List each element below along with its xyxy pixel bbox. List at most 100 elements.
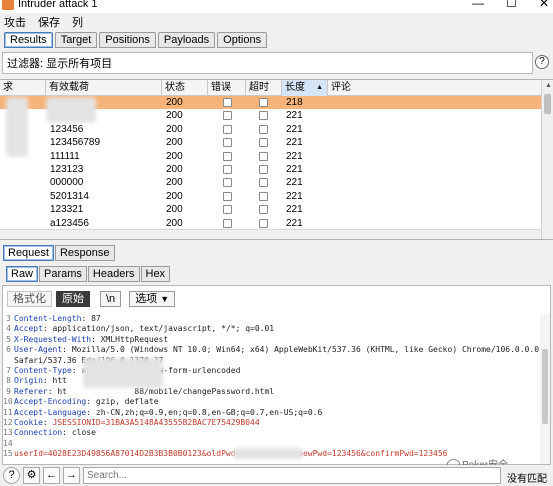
timeout-checkbox[interactable]	[259, 205, 268, 215]
help-icon[interactable]: ?	[3, 467, 20, 484]
timeout-checkbox[interactable]	[259, 151, 268, 161]
error-checkbox[interactable]	[223, 138, 232, 148]
cell-length: 221	[286, 177, 303, 189]
redaction-blur	[233, 448, 303, 459]
col-request[interactable]: 求	[0, 80, 46, 96]
cell-length: 221	[286, 110, 303, 122]
menu-bar: 攻击 保存 列	[0, 13, 553, 30]
line-number	[3, 356, 14, 366]
maximize-icon[interactable]: ☐	[506, 0, 517, 10]
line-number: 6	[6, 345, 11, 355]
menu-columns[interactable]: 列	[72, 14, 83, 30]
cell-length: 221	[286, 217, 303, 229]
col-length[interactable]: 长度 ▲	[282, 80, 328, 96]
error-checkbox[interactable]	[223, 124, 232, 134]
col-timeout[interactable]: 超时	[246, 80, 282, 96]
close-icon[interactable]: ✕	[539, 0, 549, 10]
tab-payloads[interactable]: Payloads	[157, 32, 216, 48]
cell-payload: 123456	[50, 123, 84, 135]
timeout-checkbox[interactable]	[259, 218, 268, 228]
results-vertical-scrollbar[interactable]: ▲	[541, 80, 553, 239]
tab-params[interactable]: Params	[39, 266, 87, 282]
tab-request[interactable]: Request	[3, 245, 54, 261]
timeout-checkbox[interactable]	[259, 124, 268, 134]
tab-headers[interactable]: Headers	[87, 266, 140, 282]
search-input[interactable]	[83, 467, 501, 484]
tab-target[interactable]: Target	[54, 32, 98, 48]
minimize-icon[interactable]: —	[472, 0, 484, 10]
table-row[interactable]: 123456 200 221	[0, 123, 541, 136]
scroll-up-icon[interactable]: ▲	[545, 82, 552, 89]
header-value: ht 88/mobile/changePassword.html	[52, 386, 275, 396]
timeout-checkbox[interactable]	[259, 138, 268, 148]
error-checkbox[interactable]	[223, 205, 232, 215]
request-editor[interactable]: 格式化 原始 \n 选项 ▼ 3 Content-Length: 87 4 Accep…	[2, 285, 551, 465]
tab-positions[interactable]: Positions	[99, 32, 156, 48]
table-row[interactable]: 000000 200 221	[0, 176, 541, 189]
newline-toggle-button[interactable]: \n	[100, 291, 122, 307]
tab-raw[interactable]: Raw	[6, 266, 39, 282]
table-row[interactable]: 123123 200 221	[0, 163, 541, 176]
tab-response[interactable]: Response	[54, 245, 115, 261]
window-controls: — ☐ ✕	[472, 0, 549, 10]
timeout-checkbox[interactable]	[259, 191, 268, 201]
raw-button[interactable]: 原始	[56, 291, 90, 307]
error-checkbox[interactable]	[223, 191, 232, 201]
table-row[interactable]: a123456 200 221	[0, 217, 541, 230]
table-row[interactable]: 111111 200 221	[0, 150, 541, 163]
scrollbar-thumb[interactable]	[544, 94, 551, 114]
header-value: 87	[86, 314, 101, 323]
col-payload[interactable]: 有效载荷	[46, 80, 162, 96]
col-comment[interactable]: 评论	[328, 80, 541, 96]
pretty-button[interactable]: 格式化	[7, 291, 52, 307]
filter-bar[interactable]: 过滤器: 显示所有项目	[2, 52, 533, 74]
settings-gear-icon[interactable]: ⚙	[23, 467, 40, 484]
error-checkbox[interactable]	[223, 218, 232, 228]
code-line: 11 Accept-Language: zh-CN,zh;q=0.9,en;q=0…	[3, 407, 323, 417]
sort-ascending-icon: ▲	[316, 84, 323, 91]
help-icon[interactable]: ?	[535, 55, 549, 69]
code-line: 6 User-Agent: Mozilla/5.0 (Windows NT 10.…	[3, 345, 541, 355]
results-horizontal-scrollbar[interactable]	[0, 229, 541, 239]
cell-length: 221	[286, 190, 303, 202]
table-row[interactable]: 123456789 200 221	[0, 136, 541, 149]
editor-vertical-scrollbar[interactable]	[540, 314, 550, 464]
timeout-checkbox[interactable]	[259, 164, 268, 174]
cell-payload: 000000	[50, 177, 84, 189]
header-name: Connection	[14, 428, 63, 438]
back-arrow-icon[interactable]: ←	[43, 467, 60, 484]
col-status[interactable]: 状态	[162, 80, 208, 96]
col-error[interactable]: 错误	[208, 80, 246, 96]
error-checkbox[interactable]	[223, 164, 232, 174]
header-value: application/json, text/javascript, */*; …	[47, 324, 275, 334]
options-dropdown[interactable]: 选项 ▼	[129, 291, 176, 307]
filter-text: 过滤器: 显示所有项目	[7, 58, 113, 70]
tab-results[interactable]: Results	[4, 32, 53, 48]
forward-arrow-icon[interactable]: →	[63, 467, 80, 484]
timeout-checkbox[interactable]	[259, 178, 268, 188]
cell-status: 200	[166, 177, 183, 189]
tab-hex[interactable]: Hex	[140, 266, 171, 282]
cell-payload: 5201314	[50, 190, 89, 202]
table-header: 求 有效载荷 状态 错误 超时 长度 ▲ 评论	[0, 80, 541, 96]
table-row[interactable]: 5201314 200 221	[0, 190, 541, 203]
table-row[interactable]: 123321 200 221	[0, 203, 541, 216]
tab-options[interactable]: Options	[217, 32, 268, 48]
cell-length: 218	[286, 97, 303, 108]
error-checkbox[interactable]	[223, 98, 232, 107]
timeout-checkbox[interactable]	[259, 98, 268, 107]
menu-attack[interactable]: 攻击	[4, 14, 26, 30]
error-checkbox[interactable]	[223, 178, 232, 188]
cell-status: 200	[166, 137, 183, 149]
cell-payload: 111111	[50, 150, 80, 162]
cell-length: 221	[286, 163, 303, 175]
header-name: Cookie	[14, 417, 43, 427]
timeout-checkbox[interactable]	[259, 111, 268, 121]
scrollbar-thumb[interactable]	[542, 349, 548, 424]
header-name: Accept-Encoding	[14, 397, 87, 407]
error-checkbox[interactable]	[223, 151, 232, 161]
error-checkbox[interactable]	[223, 111, 232, 121]
header-value: Mozilla/5.0 (Windows NT 10.0; Win64; x64…	[67, 345, 540, 355]
code-line: 3 Content-Length: 87	[3, 314, 541, 324]
menu-save[interactable]: 保存	[38, 14, 60, 30]
